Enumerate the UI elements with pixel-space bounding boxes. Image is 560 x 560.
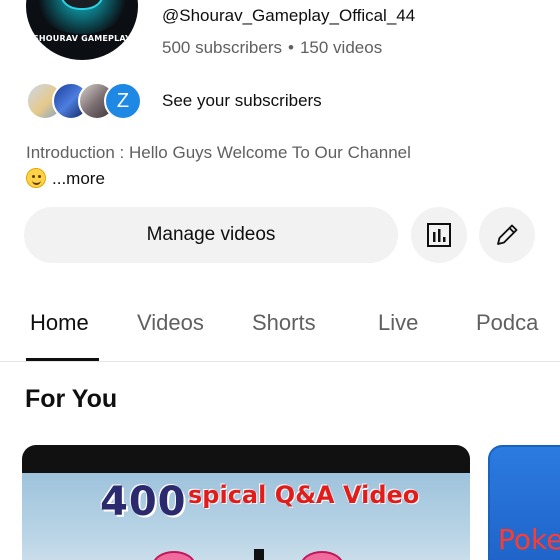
video-thumbnail[interactable]: Poke	[488, 445, 560, 560]
tab-podcasts[interactable]: Podca	[476, 310, 538, 336]
thumbnail-number: 400	[100, 479, 187, 525]
channel-avatar[interactable]: SHOURAV GAMEPLAY	[26, 0, 138, 60]
video-thumbnail[interactable]: 400 spical Q&A Video	[22, 445, 470, 560]
subscriber-count: 500 subscribers	[162, 38, 283, 57]
more-link[interactable]: ...more	[52, 169, 105, 188]
tab-shorts[interactable]: Shorts	[252, 310, 316, 336]
pencil-icon	[497, 224, 518, 245]
subscriber-avatars[interactable]: Z	[26, 82, 152, 120]
smiley-emoji-icon	[26, 168, 46, 188]
edit-channel-button[interactable]	[479, 207, 535, 263]
channel-tabs: Home Videos Shorts Live Podca	[0, 300, 560, 362]
analytics-button[interactable]	[411, 207, 467, 263]
subscriber-avatar-letter: Z	[104, 82, 142, 120]
tab-home[interactable]: Home	[30, 310, 89, 336]
description-more[interactable]: ...more	[26, 168, 105, 189]
thumbnail-graphic	[254, 549, 264, 560]
bar-chart-icon	[427, 223, 451, 247]
tab-live[interactable]: Live	[378, 310, 418, 336]
tab-videos[interactable]: Videos	[137, 310, 204, 336]
video-count: 150 videos	[299, 38, 383, 57]
manage-videos-button[interactable]: Manage videos	[24, 207, 398, 263]
avatar-logo-text: SHOURAV GAMEPLAY	[32, 34, 132, 43]
thumbnail-title: spical Q&A Video	[188, 481, 420, 509]
channel-handle: @Shourav_Gameplay_Offical_44	[162, 6, 416, 25]
section-title: For You	[25, 385, 118, 413]
channel-stats: 500 subscribers • 150 videos	[162, 38, 382, 58]
see-subscribers-link[interactable]: See your subscribers	[162, 91, 322, 111]
active-tab-indicator	[26, 358, 99, 361]
channel-description[interactable]: Introduction : Hello Guys Welcome To Our…	[26, 143, 411, 163]
thumbnail-title: Poke	[498, 523, 560, 556]
stats-separator: •	[288, 38, 294, 57]
